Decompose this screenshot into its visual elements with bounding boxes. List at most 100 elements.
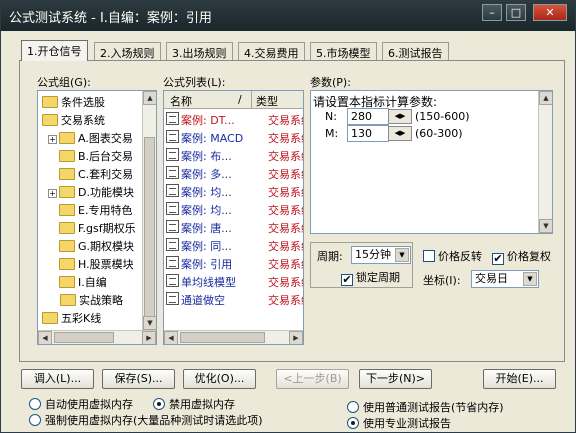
start-button[interactable]: 开始(E)... [483, 369, 556, 389]
radio-icon[interactable] [29, 398, 41, 410]
normal-report-radio[interactable]: 使用普通测试报告(节省内存) [347, 399, 504, 415]
radio-icon[interactable] [153, 398, 165, 410]
next-step-button[interactable]: 下一步(N)> [359, 369, 432, 389]
dropdown-arrow-icon[interactable]: ▼ [395, 248, 409, 262]
scroll-thumb[interactable] [180, 332, 265, 343]
window-title: 公式测试系统 - I.自编：案例：引用 [9, 11, 212, 26]
param-n-input[interactable]: 280 [347, 108, 389, 125]
radio-icon[interactable] [347, 401, 359, 413]
scroll-right-icon[interactable]: ▶ [289, 331, 303, 344]
formula-row[interactable]: 单均线模型 交易系统 [166, 274, 303, 292]
formula-row[interactable]: 案例: MACD 交易系统 [166, 130, 303, 148]
tab-test-report[interactable]: 6.测试报告 [382, 42, 449, 60]
tree-item[interactable]: 五彩K线 [42, 310, 101, 328]
formula-row[interactable]: 案例: 多... 交易系统 [166, 166, 303, 184]
scroll-thumb[interactable] [144, 137, 155, 317]
formula-row[interactable]: 案例: 引用 交易系统 [166, 256, 303, 274]
tree-item[interactable]: 条件选股 [42, 94, 105, 112]
minimize-button[interactable]: – [482, 4, 502, 21]
tab-exit-rules[interactable]: 3.出场规则 [166, 42, 233, 60]
tree-horizontal-scrollbar[interactable]: ◀ ▶ [38, 330, 156, 344]
folder-icon [59, 186, 75, 198]
formula-list[interactable]: 名称 / 类型 案例: DT...交易系统案例: MACD交易系统案例: 布..… [163, 90, 304, 345]
close-button[interactable]: ✕ [533, 4, 567, 21]
param-n-spinner[interactable]: ◀▶ [388, 109, 412, 124]
tree-item[interactable]: +B.后台交易 [48, 148, 133, 166]
column-name-header[interactable]: 名称 [170, 93, 192, 109]
formula-name: 案例: 均... [181, 204, 232, 217]
expand-icon[interactable]: + [48, 135, 57, 144]
price-reverse-checkbox[interactable]: 价格反转 [423, 248, 482, 264]
tree-item[interactable]: + A.图表交易 [48, 130, 133, 148]
formula-type: 交易系统 [268, 114, 303, 127]
disable-virtual-memory-radio[interactable]: 禁用虚拟内存 [153, 396, 235, 412]
formula-doc-icon [166, 112, 179, 125]
param-n-range: (150-600) [415, 110, 470, 123]
formula-row[interactable]: 案例: 布... 交易系统 [166, 148, 303, 166]
scroll-left-icon[interactable]: ◀ [164, 331, 178, 344]
scroll-up-icon[interactable]: ▲ [143, 91, 156, 105]
tree-vertical-scrollbar[interactable]: ▲ ▼ [142, 91, 156, 330]
formula-doc-icon [166, 184, 179, 197]
tab-open-signal[interactable]: 1.开仓信号 [21, 40, 88, 61]
auto-virtual-memory-radio[interactable]: 自动使用虚拟内存 [29, 396, 133, 412]
tree-item[interactable]: 交易系统 [42, 112, 105, 130]
tree-item[interactable]: +G.期权模块 [48, 238, 134, 256]
period-select[interactable]: 15分钟 ▼ [351, 246, 411, 264]
formula-row[interactable]: 案例: 均... 交易系统 [166, 202, 303, 220]
checkbox-icon[interactable]: ✔ [341, 274, 353, 286]
radio-icon[interactable] [29, 414, 41, 426]
dropdown-arrow-icon[interactable]: ▼ [523, 272, 537, 286]
formula-row[interactable]: 案例: DT... 交易系统 [166, 112, 303, 130]
pro-report-radio[interactable]: 使用专业测试报告 [347, 415, 451, 431]
force-virtual-memory-radio[interactable]: 强制使用虚拟内存(大量品种测试时请选此项) [29, 412, 263, 428]
tree-item[interactable]: +E.专用特色 [48, 202, 132, 220]
params-vertical-scrollbar[interactable]: ▲ ▼ [538, 91, 552, 233]
formula-doc-icon [166, 292, 179, 305]
tree-item[interactable]: +I.自编 [48, 274, 107, 292]
tree-item[interactable]: +H.股票模块 [48, 256, 134, 274]
param-n-name: N: [325, 110, 337, 123]
scroll-left-icon[interactable]: ◀ [38, 331, 52, 344]
formula-row[interactable]: 通道做空 交易系统 [166, 292, 303, 310]
scroll-right-icon[interactable]: ▶ [142, 331, 156, 344]
formula-name: 案例: MACD [181, 132, 244, 145]
folder-icon [59, 168, 75, 180]
coord-select[interactable]: 交易日 ▼ [471, 270, 539, 288]
save-button[interactable]: 保存(S)... [102, 369, 175, 389]
formula-type: 交易系统 [268, 150, 303, 163]
formula-doc-icon [166, 238, 179, 251]
expand-icon[interactable]: + [48, 189, 57, 198]
scroll-down-icon[interactable]: ▼ [539, 219, 552, 233]
price-restore-checkbox[interactable]: ✔ 价格复权 [492, 248, 551, 265]
tree-item[interactable]: +C.套利交易 [48, 166, 133, 184]
tab-market-model[interactable]: 5.市场模型 [310, 42, 377, 60]
checkbox-icon[interactable]: ✔ [492, 253, 504, 265]
formula-row[interactable]: 案例: 同... 交易系统 [166, 238, 303, 256]
param-m-spinner[interactable]: ◀▶ [388, 126, 412, 141]
optimize-button[interactable]: 优化(O)... [183, 369, 256, 389]
formula-row[interactable]: 案例: 唐... 交易系统 [166, 220, 303, 238]
list-horizontal-scrollbar[interactable]: ◀ ▶ [164, 330, 303, 344]
prev-step-button[interactable]: <上一步(B) [276, 369, 349, 389]
formula-group-tree[interactable]: 条件选股 交易系统 +A.图表交易 +B.后台交易 +C.套利交易 +D.功能模… [37, 90, 157, 345]
radio-icon[interactable] [347, 417, 359, 429]
param-m-input[interactable]: 130 [347, 125, 389, 142]
load-button[interactable]: 调入(L)... [21, 369, 94, 389]
column-type-header[interactable]: 类型 [256, 93, 278, 109]
formula-type: 交易系统 [268, 276, 303, 289]
tab-panel: 公式组(G): 条件选股 交易系统 +A.图表交易 +B.后台交易 +C.套利交… [19, 60, 565, 362]
checkbox-icon[interactable] [423, 250, 435, 262]
tab-entry-rules[interactable]: 2.入场规则 [94, 42, 161, 60]
tree-item[interactable]: 实战策略 [60, 292, 123, 310]
scroll-thumb[interactable] [54, 332, 114, 343]
tree-item[interactable]: +F.gsf期权乐 [48, 220, 136, 238]
tree-item[interactable]: + D.功能模块 [48, 184, 134, 202]
scroll-up-icon[interactable]: ▲ [539, 91, 552, 105]
scroll-down-icon[interactable]: ▼ [143, 316, 156, 330]
formula-row[interactable]: 案例: 均... 交易系统 [166, 184, 303, 202]
lock-period-checkbox[interactable]: ✔ 锁定周期 [341, 269, 400, 286]
tab-trading-fees[interactable]: 4.交易费用 [238, 42, 305, 60]
folder-icon [59, 258, 75, 270]
maximize-button[interactable]: □ [506, 4, 526, 21]
